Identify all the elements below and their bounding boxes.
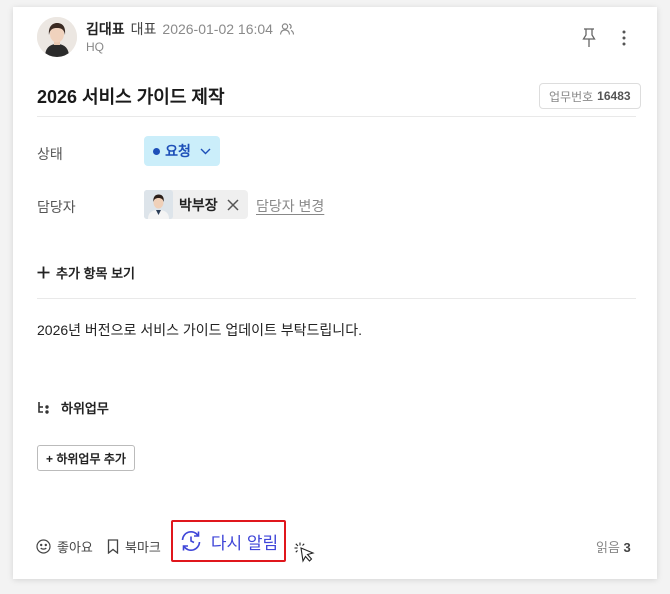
fields-divider [37, 298, 636, 299]
change-assignee-link[interactable]: 담당자 변경 [256, 196, 324, 216]
smile-icon [36, 539, 51, 554]
status-dropdown[interactable]: 요청 [144, 136, 220, 166]
task-number: 16483 [597, 89, 631, 103]
subtask-icon [37, 401, 53, 415]
task-number-label: 업무번호 [549, 89, 594, 104]
status-dot [153, 147, 161, 155]
status-label: 상태 [37, 146, 63, 162]
title-divider [37, 116, 636, 117]
author-name: 김대표 [86, 21, 125, 37]
remind-button[interactable]: 다시 알림 [171, 520, 286, 562]
status-value: 요청 [165, 143, 191, 159]
task-title: 2026 서비스 가이드 제작 [37, 87, 225, 107]
subtask-heading: 하위업무 [37, 398, 109, 417]
author-avatar [37, 17, 77, 57]
assignee-label: 담당자 [37, 199, 76, 215]
team-icon[interactable] [279, 21, 295, 37]
task-description: 2026년 버전으로 서비스 가이드 업데이트 부탁드립니다. [37, 322, 362, 338]
more-items-label: 추가 항목 보기 [56, 266, 135, 281]
chevron-down-icon [200, 148, 211, 155]
close-icon[interactable] [226, 198, 240, 212]
add-subtask-button[interactable]: + 하위업무 추가 [37, 445, 135, 471]
reads-label: 읽음 [596, 540, 620, 555]
more-vertical-icon[interactable] [617, 27, 631, 49]
author-line: 김대표 대표 2026-01-02 16:04 [86, 19, 295, 39]
reads-count: 3 [623, 540, 631, 555]
bookmark-label: 북마크 [125, 540, 161, 555]
plus-icon [37, 266, 50, 279]
author-org: HQ [86, 40, 104, 54]
subtask-heading-label: 하위업무 [61, 401, 109, 416]
like-button[interactable]: 좋아요 [36, 537, 93, 556]
task-card: 김대표 대표 2026-01-02 16:04 HQ 2026 서비스 가이드 … [13, 7, 657, 579]
assignee-chip: 박부장 [144, 190, 248, 219]
refresh-clock-icon [179, 529, 203, 553]
cursor-click-icon [292, 540, 316, 564]
like-label: 좋아요 [57, 540, 93, 555]
read-count: 읽음 3 [596, 537, 631, 556]
author-role: 대표 [130, 21, 157, 37]
pin-icon[interactable] [579, 27, 599, 49]
more-items-toggle[interactable]: 추가 항목 보기 [37, 263, 135, 282]
bookmark-icon [107, 539, 119, 554]
remind-label: 다시 알림 [210, 533, 279, 553]
assignee-name: 박부장 [179, 196, 218, 213]
assignee-avatar [144, 190, 173, 219]
task-number-badge: 업무번호 16483 [539, 83, 641, 109]
post-datetime: 2026-01-02 16:04 [162, 21, 273, 37]
bookmark-button[interactable]: 북마크 [107, 537, 161, 556]
